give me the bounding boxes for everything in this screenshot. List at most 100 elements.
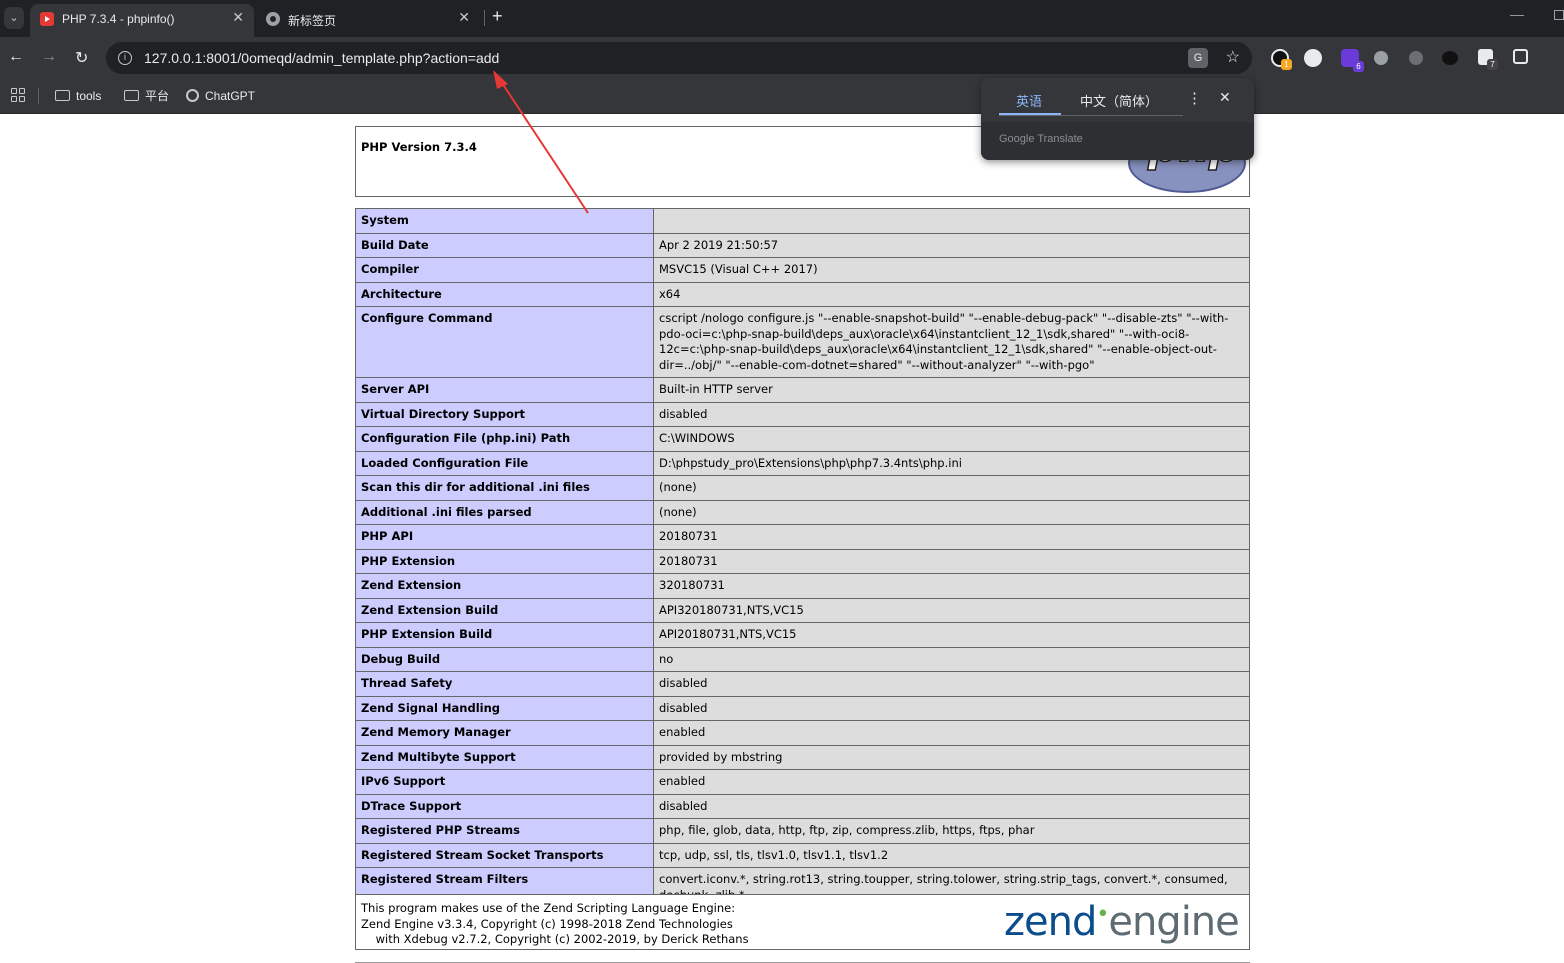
setting-value: 320180731 [653, 573, 1250, 599]
bookmark-folder-tools[interactable]: tools [55, 87, 101, 105]
table-row: Additional .ini files parsed (none) [355, 499, 1250, 525]
bookmark-folder-platform[interactable]: 平台 [124, 87, 169, 105]
setting-name: Debug Build [355, 646, 654, 672]
setting-value: (none) [653, 499, 1250, 525]
setting-name: Zend Signal Handling [355, 695, 654, 721]
extension-gear-icon[interactable] [1409, 51, 1423, 65]
url-text[interactable]: 127.0.0.1:8001/0omeqd/admin_template.php… [144, 50, 499, 66]
language-tab-divider [999, 115, 1183, 116]
setting-name: Zend Multibyte Support [355, 744, 654, 770]
zend-logo-right: engine [1108, 899, 1239, 945]
table-row: Zend Signal Handling disabled [355, 695, 1250, 721]
table-row: System [355, 208, 1250, 234]
setting-name: Zend Extension Build [355, 597, 654, 623]
setting-value: D:\phpstudy_pro\Extensions\php\php7.3.4n… [653, 450, 1250, 476]
table-row: Server API Built-in HTTP server [355, 377, 1250, 403]
setting-value: tcp, udp, ssl, tls, tlsv1.0, tlsv1.1, tl… [653, 842, 1250, 868]
minimize-icon[interactable]: — [1510, 6, 1524, 22]
zend-logo-dot: • [1096, 902, 1109, 927]
site-info-icon[interactable]: i [118, 51, 132, 65]
target-language-tab[interactable]: 中文（简体） [1080, 91, 1158, 110]
tab-new-tab[interactable]: 新标签页 ✕ [256, 4, 480, 37]
table-row: Registered Stream Socket Transports tcp, … [355, 842, 1250, 868]
table-row: PHP Extension 20180731 [355, 548, 1250, 574]
extension-badge: 1 [1281, 59, 1292, 70]
reload-icon[interactable]: ↻ [75, 48, 88, 68]
folder-icon [55, 90, 70, 101]
table-row: Build Date Apr 2 2019 21:50:57 [355, 232, 1250, 258]
bookmarks-divider [38, 88, 39, 104]
extension-icon[interactable]: 6 [1341, 49, 1364, 72]
close-icon[interactable]: ✕ [1219, 89, 1231, 106]
table-row: Compiler MSVC15 (Visual C++ 2017) [355, 257, 1250, 283]
zend-engine-box: This program makes use of the Zend Scrip… [355, 894, 1250, 950]
more-options-icon[interactable]: ⋮ [1187, 89, 1202, 107]
setting-name: PHP Extension Build [355, 622, 654, 648]
back-arrow-icon[interactable]: ← [8, 48, 24, 66]
maximize-icon[interactable] [1554, 10, 1564, 20]
chatgpt-icon [186, 89, 199, 102]
extension-icon[interactable]: 7 [1478, 49, 1498, 70]
tab-title: 新标签页 [288, 14, 337, 28]
setting-name: Registered Stream Socket Transports [355, 842, 654, 868]
table-row: Zend Extension 320180731 [355, 573, 1250, 599]
setting-value: disabled [653, 401, 1250, 427]
source-language-tab[interactable]: 英语 [1016, 91, 1042, 110]
tab-search-chevron-down-icon[interactable]: ⌄ [4, 7, 24, 29]
setting-name: Zend Memory Manager [355, 720, 654, 746]
forward-arrow-icon[interactable]: → [41, 48, 57, 66]
bookmark-label: ChatGPT [205, 89, 256, 103]
setting-value: x64 [653, 281, 1250, 307]
apps-grid-icon[interactable] [11, 88, 25, 102]
extension-refresh-icon[interactable] [1304, 49, 1322, 67]
translate-popup: 英语 中文（简体） ⋮ ✕ Google Translate [981, 78, 1254, 160]
setting-name: Build Date [355, 232, 654, 258]
setting-name: Architecture [355, 281, 654, 307]
zend-engine-logo[interactable]: zend•engine [1004, 899, 1240, 945]
extension-github-cat-icon[interactable] [1442, 51, 1458, 65]
table-row: Thread Safety disabled [355, 671, 1250, 697]
setting-value: disabled [653, 793, 1250, 819]
table-row: PHP Extension Build API20180731,NTS,VC15 [355, 622, 1250, 648]
tab-close-icon[interactable]: ✕ [458, 9, 470, 26]
setting-value: Apr 2 2019 21:50:57 [653, 232, 1250, 258]
setting-name: IPv6 Support [355, 769, 654, 795]
address-bar[interactable]: i 127.0.0.1:8001/0omeqd/admin_template.p… [106, 42, 1252, 74]
extension-bug-icon[interactable] [1374, 51, 1388, 65]
bookmarks-bar: tools 平台 ChatGPT [0, 79, 1564, 114]
setting-value: API20180731,NTS,VC15 [653, 622, 1250, 648]
setting-name: Thread Safety [355, 671, 654, 697]
setting-value [653, 208, 1250, 234]
table-row: Virtual Directory Support disabled [355, 401, 1250, 427]
setting-name: Registered PHP Streams [355, 818, 654, 844]
extensions-puzzle-icon[interactable] [1513, 49, 1528, 64]
new-tab-plus-icon[interactable]: + [492, 6, 503, 27]
table-row: Configure Command cscript /nologo configu… [355, 306, 1250, 378]
tab-close-icon[interactable]: ✕ [232, 9, 244, 26]
folder-icon [124, 90, 139, 101]
setting-value: disabled [653, 671, 1250, 697]
setting-value: Built-in HTTP server [653, 377, 1250, 403]
table-row: Zend Multibyte Support provided by mbstri… [355, 744, 1250, 770]
setting-value: (none) [653, 475, 1250, 501]
extension-icon[interactable]: 1 [1271, 49, 1292, 70]
zend-logo-left: zend [1004, 899, 1097, 945]
table-row: Debug Build no [355, 646, 1250, 672]
tab-divider [484, 10, 485, 26]
extension-badge: 7 [1487, 59, 1498, 70]
setting-name: Additional .ini files parsed [355, 499, 654, 525]
php-info-table: System Build Date Apr 2 2019 21:50:57 Compi… [355, 208, 1250, 908]
bookmark-chatgpt[interactable]: ChatGPT [186, 87, 255, 105]
bookmark-star-icon[interactable]: ☆ [1226, 47, 1240, 67]
setting-name: Zend Extension [355, 573, 654, 599]
setting-value: C:\WINDOWS [653, 426, 1250, 452]
setting-value: 20180731 [653, 548, 1250, 574]
setting-value: php, file, glob, data, http, ftp, zip, c… [653, 818, 1250, 844]
bookmark-label: 平台 [145, 89, 170, 103]
setting-name: Configuration File (php.ini) Path [355, 426, 654, 452]
setting-name: DTrace Support [355, 793, 654, 819]
youtube-favicon-icon [40, 12, 54, 26]
translate-icon[interactable]: G [1188, 48, 1208, 68]
setting-name: PHP API [355, 524, 654, 550]
tab-phpinfo[interactable]: PHP 7.3.4 - phpinfo() ✕ [30, 4, 254, 37]
